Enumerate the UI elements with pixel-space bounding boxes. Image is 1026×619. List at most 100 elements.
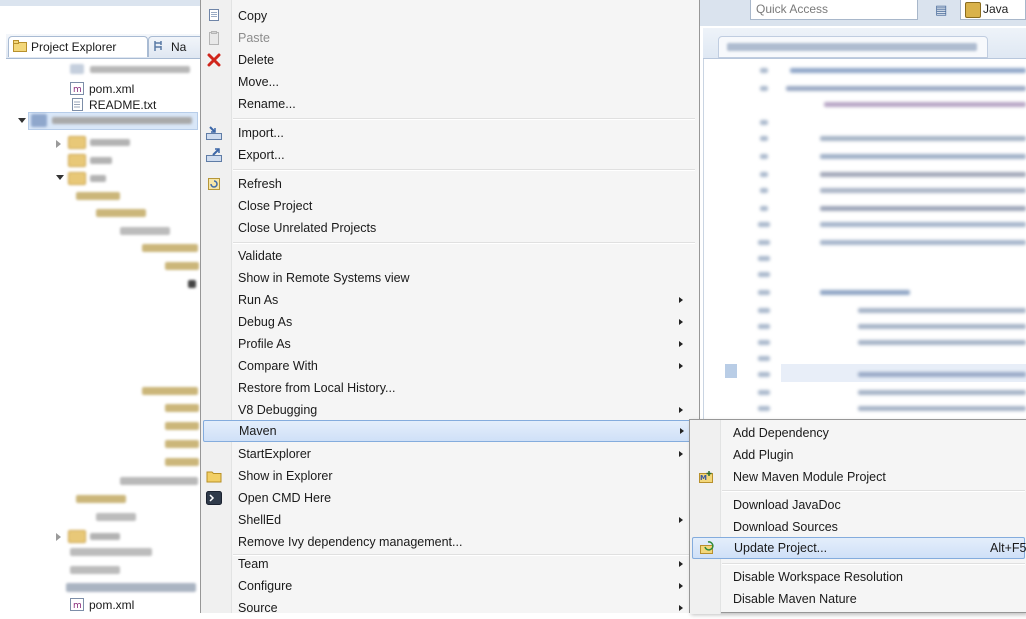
tree-node-label bbox=[90, 139, 130, 146]
submenu-item-update-project[interactable]: Update Project... Alt+F5 bbox=[692, 537, 1026, 559]
import-icon bbox=[206, 126, 222, 140]
menu-item-label: Show in Remote Systems view bbox=[238, 271, 410, 285]
menu-item-label: Copy bbox=[238, 9, 268, 23]
menu-item-refresh[interactable]: Refresh bbox=[201, 173, 697, 195]
menu-item-label: Run As bbox=[238, 293, 279, 307]
menu-item-label: Close Project bbox=[238, 199, 313, 213]
tree-node bbox=[76, 192, 120, 200]
menu-item-label: StartExplorer bbox=[238, 447, 311, 461]
project-explorer-icon bbox=[13, 40, 27, 52]
menu-item-paste[interactable]: Paste bbox=[201, 27, 697, 49]
menu-item-shelled[interactable]: ShellEd bbox=[201, 509, 697, 531]
menu-item-label: Rename... bbox=[238, 97, 296, 111]
submenu-item-disable-workspace-resolution[interactable]: Disable Workspace Resolution bbox=[690, 566, 1025, 588]
submenu-item-new-maven-module[interactable]: M New Maven Module Project bbox=[690, 466, 1025, 488]
menu-item-rename[interactable]: Rename... bbox=[201, 93, 697, 115]
menu-item-label: Move... bbox=[238, 75, 279, 89]
menu-item-profile-as[interactable]: Profile As bbox=[201, 333, 697, 355]
tree-node bbox=[188, 280, 196, 288]
menu-item-label: Maven bbox=[239, 424, 277, 438]
open-perspective-icon[interactable]: ▤ bbox=[935, 2, 951, 18]
tree-node bbox=[70, 566, 120, 574]
folder-icon bbox=[68, 136, 86, 149]
menu-item-label: Paste bbox=[238, 31, 270, 45]
tree-item-pom[interactable]: m pom.xml bbox=[70, 596, 134, 614]
tree-node bbox=[70, 548, 152, 556]
menu-item-label: Show in Explorer bbox=[238, 469, 333, 483]
perspective-java-button[interactable]: Java bbox=[960, 0, 1026, 20]
menu-item-close-unrelated-projects[interactable]: Close Unrelated Projects bbox=[201, 217, 697, 239]
tree-node bbox=[165, 404, 199, 412]
tree-node bbox=[66, 583, 196, 592]
submenu-arrow-icon bbox=[679, 583, 683, 589]
menu-item-label: Import... bbox=[238, 126, 284, 140]
text-file-icon bbox=[72, 98, 83, 111]
context-menu: Copy Paste Delete Move... Rename... Impo… bbox=[200, 0, 700, 615]
folder-icon bbox=[68, 172, 86, 185]
menu-item-label: Delete bbox=[238, 53, 275, 67]
menu-item-restore-local-history[interactable]: Restore from Local History... bbox=[201, 377, 697, 399]
menu-item-open-cmd-here[interactable]: Open CMD Here bbox=[201, 487, 697, 509]
collapse-arrow-icon[interactable] bbox=[56, 533, 61, 541]
submenu-arrow-icon bbox=[679, 319, 683, 325]
menu-item-label: Restore from Local History... bbox=[238, 381, 396, 395]
svg-text:m: m bbox=[73, 601, 82, 611]
submenu-item-add-plugin[interactable]: Add Plugin bbox=[690, 444, 1025, 466]
menu-item-label: Source bbox=[238, 601, 278, 615]
tab-project-explorer[interactable]: Project Explorer bbox=[8, 36, 148, 57]
menu-item-label: Profile As bbox=[238, 337, 291, 351]
menu-item-label: Debug As bbox=[238, 315, 293, 329]
menu-item-configure[interactable]: Configure bbox=[201, 575, 697, 597]
editor-tab[interactable] bbox=[718, 36, 988, 58]
java-perspective-icon bbox=[965, 2, 981, 18]
tree-node bbox=[142, 244, 198, 252]
menu-item-label: Add Plugin bbox=[733, 448, 794, 462]
tree-node-icon bbox=[70, 64, 84, 74]
submenu-item-add-dependency[interactable]: Add Dependency bbox=[690, 422, 1025, 444]
menu-item-remove-ivy[interactable]: Remove Ivy dependency management... bbox=[201, 531, 697, 553]
menu-item-v8-debugging[interactable]: V8 Debugging bbox=[201, 399, 697, 421]
tree-item-label: README.txt bbox=[89, 98, 157, 112]
menu-item-show-remote-systems[interactable]: Show in Remote Systems view bbox=[201, 267, 697, 289]
menu-item-label: Close Unrelated Projects bbox=[238, 221, 377, 235]
menu-item-import[interactable]: Import... bbox=[201, 122, 697, 144]
menu-item-compare-with[interactable]: Compare With bbox=[201, 355, 697, 377]
menu-item-close-project[interactable]: Close Project bbox=[201, 195, 697, 217]
menu-item-label: Validate bbox=[238, 249, 283, 263]
collapse-arrow-icon[interactable] bbox=[56, 140, 61, 148]
menu-item-validate[interactable]: Validate bbox=[201, 245, 697, 267]
refresh-icon bbox=[208, 178, 220, 190]
menu-item-label: Team bbox=[238, 557, 269, 571]
folder-icon bbox=[68, 154, 86, 167]
menu-item-export[interactable]: Export... bbox=[201, 144, 697, 166]
submenu-arrow-icon bbox=[679, 341, 683, 347]
shortcut-label: Alt+F5 bbox=[990, 541, 1026, 555]
expand-arrow-icon[interactable] bbox=[18, 118, 26, 123]
maven-file-icon: m bbox=[70, 82, 84, 95]
expand-arrow-icon[interactable] bbox=[56, 175, 64, 180]
menu-item-delete[interactable]: Delete bbox=[201, 49, 697, 71]
tab-label: Project Explorer bbox=[31, 40, 117, 54]
delete-icon bbox=[207, 53, 221, 67]
quick-access-input[interactable]: Quick Access bbox=[750, 0, 918, 20]
submenu-item-download-sources[interactable]: Download Sources bbox=[690, 516, 1025, 538]
menu-item-run-as[interactable]: Run As bbox=[201, 289, 697, 311]
submenu-item-disable-maven-nature[interactable]: Disable Maven Nature bbox=[690, 588, 1025, 610]
menu-item-team[interactable]: Team bbox=[201, 553, 697, 575]
menu-item-startexplorer[interactable]: StartExplorer bbox=[201, 443, 697, 465]
maven-submenu: Add Dependency Add Plugin M New Maven Mo… bbox=[689, 419, 1026, 614]
tree-node bbox=[76, 495, 126, 503]
menu-item-show-in-explorer[interactable]: Show in Explorer bbox=[201, 465, 697, 487]
change-marker bbox=[725, 364, 737, 378]
menu-item-copy[interactable]: Copy bbox=[201, 5, 697, 27]
menu-item-debug-as[interactable]: Debug As bbox=[201, 311, 697, 333]
navigator-icon bbox=[154, 41, 162, 51]
submenu-item-download-javadoc[interactable]: Download JavaDoc bbox=[690, 494, 1025, 516]
menu-separator bbox=[233, 118, 695, 120]
perspective-label: Java bbox=[983, 2, 1009, 16]
menu-item-maven[interactable]: Maven bbox=[203, 420, 695, 442]
menu-item-move[interactable]: Move... bbox=[201, 71, 697, 93]
menu-item-source[interactable]: Source bbox=[201, 597, 697, 619]
export-icon bbox=[206, 148, 222, 162]
tree-node bbox=[165, 458, 199, 466]
